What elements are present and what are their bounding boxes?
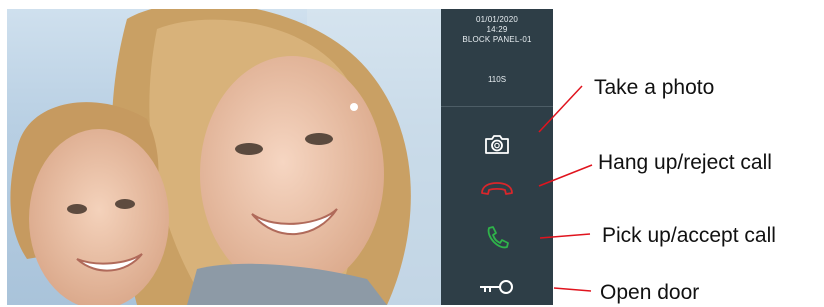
camera-icon — [485, 135, 509, 154]
panel-divider — [441, 106, 553, 107]
pick-up-button[interactable] — [441, 223, 553, 253]
callout-hang-up: Hang up/reject call — [598, 151, 772, 174]
time-label: 14:29 — [486, 25, 508, 34]
control-panel: 01/01/2020 14:29 BLOCK PANEL-01 110S — [441, 9, 553, 305]
video-feed — [7, 9, 441, 305]
callout-open-door: Open door — [600, 281, 700, 304]
callout-pick-up: Pick up/accept call — [602, 224, 776, 247]
intercom-screen: 01/01/2020 14:29 BLOCK PANEL-01 110S — [7, 9, 553, 305]
visitor-image — [10, 9, 441, 305]
call-info: 01/01/2020 14:29 BLOCK PANEL-01 — [441, 9, 553, 45]
date-label: 01/01/2020 — [475, 15, 519, 24]
call-timer: 110S — [487, 75, 507, 84]
callout-take-photo: Take a photo — [594, 76, 715, 99]
open-door-button[interactable] — [441, 277, 553, 297]
take-photo-button[interactable] — [441, 129, 553, 159]
hang-up-button[interactable] — [441, 177, 553, 201]
hang-up-icon — [481, 182, 513, 195]
key-icon — [480, 280, 513, 294]
device-label: BLOCK PANEL-01 — [462, 35, 532, 44]
phone-icon — [487, 226, 509, 249]
